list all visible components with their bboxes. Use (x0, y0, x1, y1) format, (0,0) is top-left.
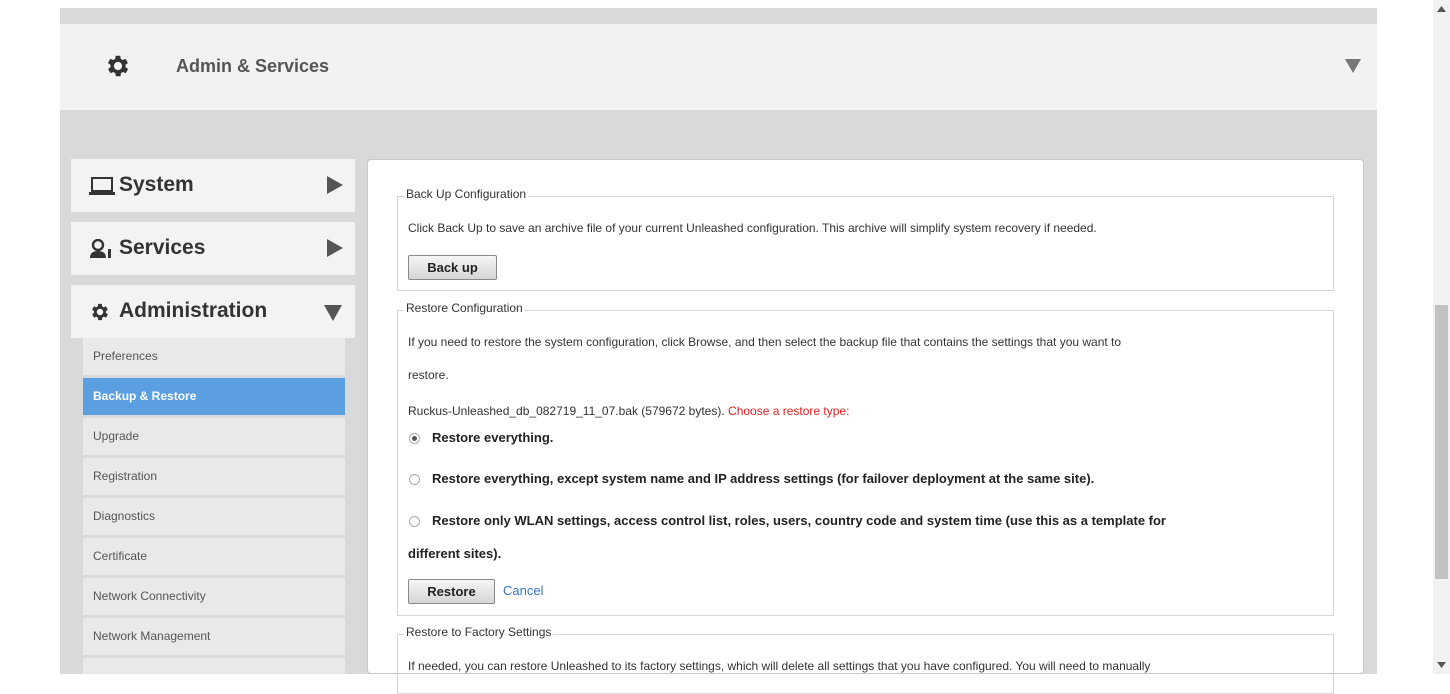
choose-restore-type-prompt: Choose a restore type: (728, 404, 850, 418)
restore-except-system-radio[interactable] (409, 474, 420, 485)
sidebar-item-upgrade[interactable]: Upgrade (83, 418, 345, 455)
sidebar-section-label: System (119, 173, 194, 196)
collapse-caret-icon[interactable] (1345, 59, 1361, 73)
factory-description: If needed, you can restore Unleashed to … (408, 659, 1151, 673)
section-legend: Back Up Configuration (404, 187, 529, 201)
chevron-right-icon (327, 176, 343, 194)
sidebar-section-system[interactable]: System (71, 159, 355, 212)
restore-everything-radio[interactable] (409, 433, 420, 444)
factory-reset-section: Restore to Factory Settings If needed, y… (397, 625, 1334, 694)
scroll-down-arrow-icon[interactable] (1437, 662, 1446, 668)
restore-description-line1: If you need to restore the system config… (408, 335, 1122, 349)
page-title: Admin & Services (176, 56, 330, 76)
sidebar-item-partial[interactable] (83, 658, 345, 674)
back-up-button[interactable]: Back up (408, 255, 497, 280)
section-legend: Restore Configuration (404, 301, 525, 315)
section-legend: Restore to Factory Settings (404, 625, 554, 639)
sidebar-section-label: Administration (119, 299, 268, 322)
chevron-right-icon (327, 239, 343, 257)
backup-description: Click Back Up to save an archive file of… (408, 221, 1097, 235)
restore-configuration-section: Restore Configuration If you need to res… (397, 301, 1334, 616)
restore-everything-label[interactable]: Restore everything. (432, 430, 553, 445)
sidebar-item-preferences[interactable]: Preferences (83, 338, 345, 375)
restore-file-info: Ruckus-Unleashed_db_082719_11_07.bak (57… (408, 404, 849, 418)
sidebar-item-backup-restore[interactable]: Backup & Restore (83, 378, 345, 415)
admin-services-header[interactable]: Admin & Services (60, 24, 1377, 110)
file-info-text: Ruckus-Unleashed_db_082719_11_07.bak (57… (408, 404, 725, 418)
sidebar-section-services[interactable]: Services (71, 222, 355, 275)
laptop-icon (89, 177, 115, 195)
scroll-up-arrow-icon[interactable] (1437, 6, 1446, 12)
gear-icon (107, 55, 129, 77)
sidebar-item-network-connectivity[interactable]: Network Connectivity (83, 578, 345, 615)
chevron-down-icon (324, 305, 342, 321)
page-scrollbar[interactable] (1433, 0, 1450, 674)
sidebar-section-administration[interactable]: Administration (71, 285, 355, 338)
sidebar-item-diagnostics[interactable]: Diagnostics (83, 498, 345, 535)
restore-button[interactable]: Restore (408, 579, 495, 604)
scrollbar-thumb[interactable] (1435, 305, 1448, 579)
restore-wlan-only-radio[interactable] (409, 516, 420, 527)
sidebar-item-registration[interactable]: Registration (83, 458, 345, 495)
sidebar-item-network-management[interactable]: Network Management (83, 618, 345, 655)
restore-except-system-label[interactable]: Restore everything, except system name a… (432, 471, 1094, 486)
backup-configuration-section: Back Up Configuration Click Back Up to s… (397, 187, 1334, 291)
restore-wlan-only-label-line1[interactable]: Restore only WLAN settings, access contr… (432, 513, 1166, 528)
services-icon (90, 239, 111, 258)
sidebar-item-certificate[interactable]: Certificate (83, 538, 345, 575)
restore-wlan-only-label-line2[interactable]: different sites). (408, 546, 501, 561)
cancel-link[interactable]: Cancel (503, 583, 543, 598)
restore-description-line2: restore. (408, 368, 449, 382)
sidebar-section-label: Services (119, 236, 206, 259)
gear-icon (92, 303, 108, 321)
